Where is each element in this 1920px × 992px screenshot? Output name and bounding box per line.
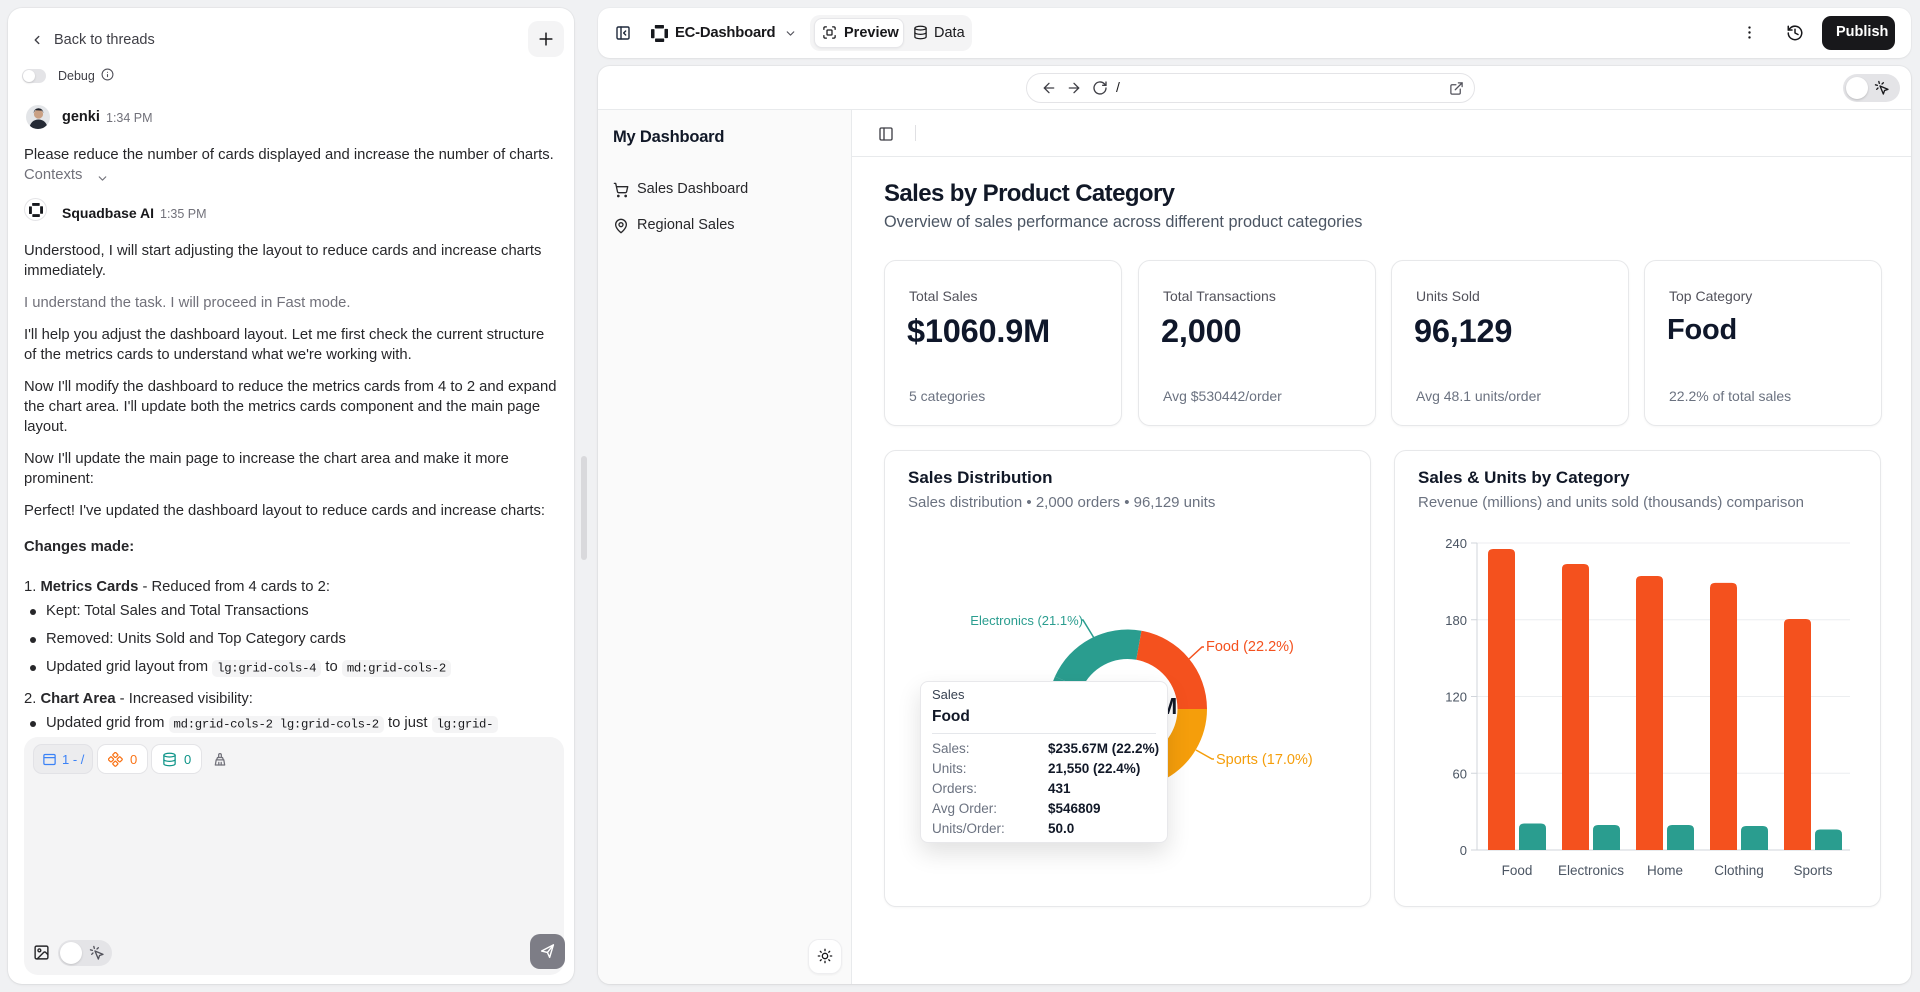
svg-text:180: 180 xyxy=(1445,613,1467,628)
svg-text:Home: Home xyxy=(1647,863,1683,878)
svg-text:Electronics (21.1%): Electronics (21.1%) xyxy=(970,613,1083,628)
svg-text:Food (22.2%): Food (22.2%) xyxy=(1206,639,1294,655)
svg-text:120: 120 xyxy=(1445,690,1467,705)
svg-text:Food: Food xyxy=(1502,863,1533,878)
svg-text:Clothing: Clothing xyxy=(1714,863,1764,878)
svg-text:0: 0 xyxy=(1460,843,1467,858)
svg-text:Sports (17.0%): Sports (17.0%) xyxy=(1216,752,1313,768)
svg-text:240: 240 xyxy=(1445,536,1467,551)
svg-text:Sports: Sports xyxy=(1793,863,1832,878)
svg-text:60: 60 xyxy=(1453,766,1467,781)
svg-text:Electronics: Electronics xyxy=(1558,863,1624,878)
